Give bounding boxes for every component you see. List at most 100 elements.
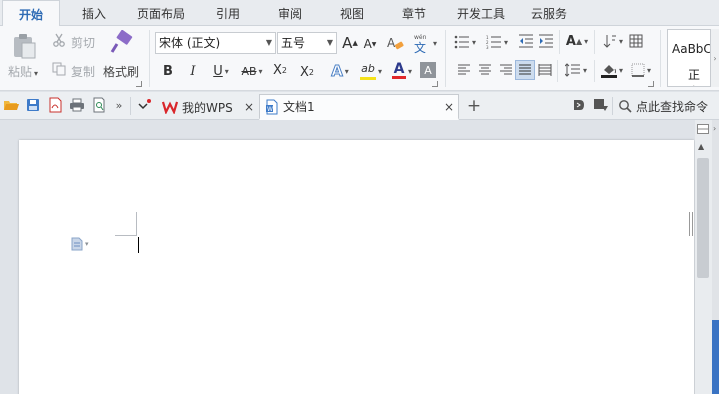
print-preview-icon[interactable] [91,97,107,113]
paragraph-layout-icon[interactable]: ▾ [71,237,89,251]
text-effect-button[interactable]: A ▾ [326,61,354,81]
ribbon-separator [660,30,661,87]
close-icon[interactable]: × [244,100,254,114]
scroll-up-icon[interactable]: ▲ [698,142,704,151]
copy-button[interactable]: 复制 [71,63,95,80]
svg-text:A: A [387,36,396,50]
search-placeholder: 点此查找命令 [636,99,709,114]
export-pdf-icon[interactable] [47,97,63,113]
font-color-button[interactable]: A ▾ [388,60,416,82]
copy-icon[interactable] [52,62,66,76]
align-center-icon[interactable] [478,63,492,77]
tab-view[interactable]: 视图 [330,0,374,26]
tab-chapter[interactable]: 章节 [392,0,436,26]
paste-button[interactable]: 粘贴 ▾ [8,63,38,80]
text-effect-icon: A [331,62,344,81]
chevron-right-icon[interactable]: › [711,29,719,87]
task-pane-toggle[interactable] [712,320,719,394]
ribbon-separator [559,30,560,54]
increase-indent-icon[interactable] [538,33,554,49]
ribbon: 粘贴 ▾ 剪切 复制 格式刷 宋体 (正文) ▼ 五号 ▼ A ▲ A ▼ A wén 文 … [0,26,719,91]
tab-page-layout[interactable]: 页面布局 [130,0,192,26]
italic-button[interactable]: I [185,62,201,80]
tab-insert[interactable]: 插入 [69,0,119,26]
tab-my-wps-label: 我的WPS [182,100,233,115]
numbering-button[interactable]: 1 2 3 ▾ [483,34,511,50]
vertical-scrollbar[interactable]: ▲ [695,120,712,394]
chevron-right-icon[interactable]: › [713,124,716,133]
quick-access-bar: » 我的WPS × W 文档1 × + 点此查找命令 [0,92,719,120]
highlight-button[interactable]: ab ▾ [356,60,386,82]
new-tab-button[interactable]: + [465,95,483,117]
tab-document1[interactable]: W 文档1 × [259,94,459,120]
search-icon [618,99,632,113]
tab-developer[interactable]: 开发工具 [450,0,512,26]
outline-icon[interactable] [570,97,586,113]
tab-home[interactable]: 开始 [2,0,60,27]
ruler-handle[interactable] [689,212,693,236]
table-border-icon[interactable] [628,33,644,49]
underline-button[interactable]: U ▾ [208,62,234,80]
paragraph-dialog-launcher-icon[interactable] [648,81,654,87]
shrink-font-button[interactable]: A ▼ [362,36,378,52]
task-pane-edge: › [712,120,719,394]
ribbon-separator [594,30,595,54]
print-icon[interactable] [69,97,85,113]
align-right-icon[interactable] [499,63,513,77]
more-commands-icon[interactable]: » [111,97,127,113]
svg-text:W: W [267,106,273,113]
font-dialog-launcher-icon[interactable] [432,81,438,87]
cut-button[interactable]: 剪切 [71,34,95,51]
phonetic-guide-button[interactable]: wén 文 ▾ [410,31,438,55]
document-page[interactable]: ▾ [19,140,694,394]
justify-icon[interactable] [515,60,535,80]
ribbon-separator [445,30,446,87]
font-name-select[interactable]: 宋体 (正文) ▼ [155,32,276,54]
ribbon-separator [557,60,558,82]
menu-bar: 开始 插入 页面布局 引用 审阅 视图 章节 开发工具 云服务 [0,0,719,27]
bold-button[interactable]: B [160,62,176,80]
tab-review[interactable]: 审阅 [268,0,312,26]
save-icon[interactable] [25,97,41,113]
format-painter-icon[interactable] [108,30,134,56]
svg-text:wén: wén [414,34,427,41]
character-shading-button[interactable]: A [420,62,436,78]
tab-references[interactable]: 引用 [206,0,250,26]
command-search[interactable]: 点此查找命令 [618,96,719,116]
bookmark-icon[interactable] [593,97,609,113]
svg-text:3: 3 [486,45,489,49]
grow-font-button[interactable]: A ▲ [342,34,358,52]
clear-formatting-icon[interactable]: A [386,34,404,52]
font-size-select[interactable]: 五号 ▼ [277,32,337,54]
text-cursor [138,237,139,253]
tab-cloud-services[interactable]: 云服务 [524,0,574,26]
align-left-icon[interactable] [457,63,471,77]
subscript-button[interactable]: X2 [297,63,317,81]
paste-icon[interactable] [10,32,38,60]
scroll-thumb[interactable] [697,158,709,278]
style-preview: AaBbC [672,42,711,56]
superscript-button[interactable]: X2 [270,61,290,79]
decrease-indent-icon[interactable] [518,33,534,49]
style-gallery[interactable]: AaBbC 正文 [667,29,711,87]
font-size-change-button[interactable]: A ▲ ▾ [563,31,591,51]
document-icon: W [265,99,279,115]
scissors-icon[interactable] [52,33,66,47]
close-icon[interactable]: × [444,100,454,114]
style-name: 正文 [688,68,701,86]
borders-button[interactable]: ▾ [628,62,654,78]
shading-button[interactable]: ▾ [598,60,626,80]
customize-quickbar-icon[interactable] [137,97,153,113]
clipboard-dialog-launcher-icon[interactable] [136,81,142,87]
ribbon-separator [594,60,595,82]
line-spacing-button[interactable]: ▾ [562,62,590,78]
split-view-icon[interactable] [697,123,709,134]
bullets-button[interactable]: ▾ [452,34,478,50]
sort-button[interactable]: ▾ [600,33,626,49]
strikethrough-button[interactable]: AB ▾ [238,62,266,80]
open-folder-icon[interactable] [3,97,19,113]
distributed-align-icon[interactable] [538,63,552,77]
tab-my-wps[interactable]: 我的WPS × [158,94,258,120]
format-painter-button[interactable]: 格式刷 [103,63,139,80]
margin-corner-mark [115,212,137,236]
